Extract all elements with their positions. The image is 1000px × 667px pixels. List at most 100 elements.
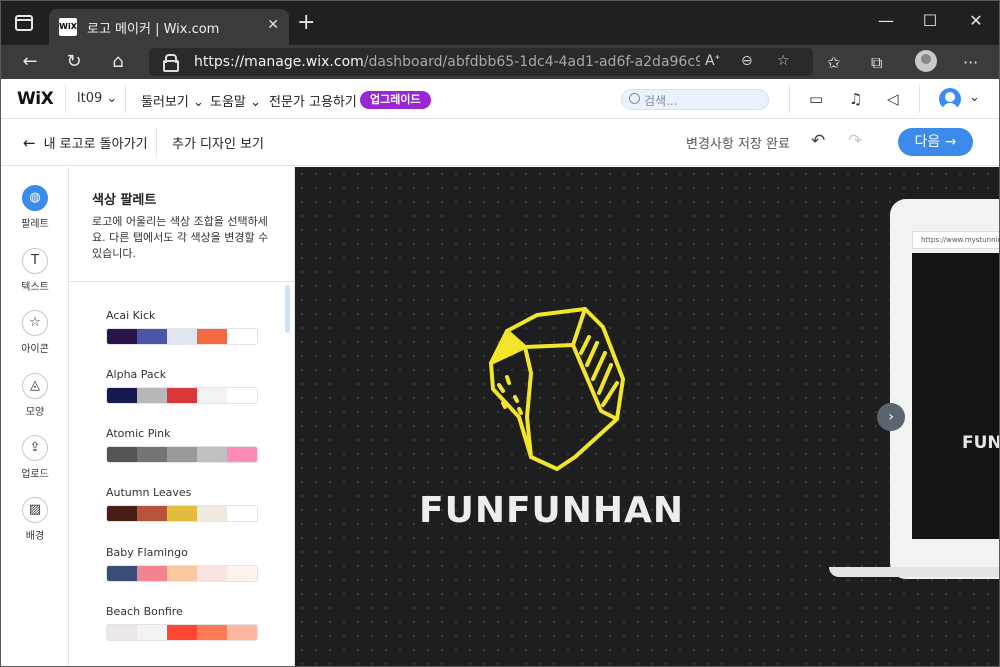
sidebar-icon[interactable] [15,15,33,31]
favorite-add-icon[interactable]: ☆ [777,53,790,69]
scrollbar[interactable] [285,285,290,333]
palette-option[interactable]: Autumn Leaves [106,486,258,522]
palette-name: Acai Kick [106,309,156,322]
palette-name: Autumn Leaves [106,486,192,499]
color-swatch [167,329,197,344]
more-designs-link[interactable]: 추가 디자인 보기 [172,133,264,152]
arrow-left-icon: ← [23,134,36,152]
color-swatch [227,566,257,581]
mockup-screen: FUN [912,253,1000,539]
minimize-icon[interactable]: — [871,11,901,30]
chat-icon[interactable]: ▭ [809,90,823,108]
site-selector[interactable]: lt09 ⌄ [77,91,117,106]
star-icon: ☆ [22,310,48,336]
read-aloud-icon[interactable]: Aᐩ [705,53,720,69]
collections-icon[interactable]: ⧉ [871,53,882,73]
palette-name: Atomic Pink [106,427,171,440]
rail-item-palette[interactable]: ◍ 팔레트 [1,185,69,245]
next-mockup-arrow-icon[interactable]: › [877,403,905,431]
back-to-logos-link[interactable]: ← 내 로고로 돌아가기 [23,133,148,152]
rail-label: 업로드 [21,469,49,480]
redo-icon: ↷ [848,131,863,151]
zoom-icon[interactable]: ⊖ [741,53,753,69]
color-swatch [137,566,167,581]
undo-icon[interactable]: ↶ [811,131,825,151]
color-swatch [167,447,197,462]
rail-item-upload[interactable]: ⇪ 업로드 [1,435,69,495]
palette-swatches [106,565,258,582]
rail-label: 모양 [25,407,45,418]
text-icon: T [22,248,48,274]
palette-option[interactable]: Atomic Pink [106,427,258,463]
favorites-icon[interactable]: ✩ [827,53,840,72]
address-bar[interactable]: https://manage.wix.com/dashboard/abfdbb6… [149,48,813,76]
color-swatch [107,506,137,521]
logo-text[interactable]: FUNFUNHAN [419,490,684,531]
crystal-logo-icon [489,307,625,471]
palette-option[interactable]: Alpha Pack [106,368,258,404]
browser-tab[interactable]: WiX 로고 메이커 | Wix.com ✕ [49,9,289,45]
panel-title: 색상 팔레트 [92,193,157,208]
profile-icon[interactable] [915,50,937,72]
more-icon[interactable]: ··· [963,53,978,72]
palette-icon: ◍ [22,185,48,211]
background-icon: ▨ [22,497,48,523]
wix-logo[interactable]: WiX [17,89,54,109]
menu-hire-expert[interactable]: 전문가 고용하기 [269,91,357,110]
divider [125,85,126,113]
maximize-icon[interactable]: ☐ [915,11,945,30]
chevron-down-icon: ⌄ [192,95,204,110]
search-icon [629,93,640,104]
avatar[interactable] [939,88,961,113]
color-swatch [197,447,227,462]
color-swatch [137,329,167,344]
tab-title: 로고 메이커 | Wix.com [87,22,220,37]
lock-icon[interactable] [163,54,179,72]
megaphone-icon[interactable]: ◁ [887,90,899,108]
bell-icon[interactable]: ♫ [849,90,862,108]
menu-explore-label: 둘러보기 [141,95,189,110]
chevron-down-icon[interactable]: ⌄ [969,90,980,105]
tool-rail: ◍ 팔레트 T 텍스트 ☆ 아이콘 ◬ 모양 ⇪ 업로드 ▨ 배경 [1,167,69,666]
search-input[interactable]: 검색... [621,89,769,110]
palette-option[interactable]: Acai Kick [106,309,258,345]
mockup-logo: FUN [962,433,1000,453]
url-text[interactable]: https://manage.wix.com/dashboard/abfdbb6… [194,54,700,70]
home-icon[interactable]: ⌂ [105,50,131,74]
upgrade-button[interactable]: 업그레이드 [360,91,431,109]
palette-swatches [106,446,258,463]
rail-item-icons[interactable]: ☆ 아이콘 [1,310,69,370]
new-tab-icon[interactable]: + [297,11,315,35]
palette-option[interactable]: Beach Bonfire [106,605,258,641]
back-icon[interactable]: ← [17,50,43,74]
search-placeholder: 검색... [644,94,678,108]
window-close-icon[interactable]: ✕ [961,11,991,30]
url-host: https://manage.wix.com [194,54,364,70]
color-swatch [197,625,227,640]
rail-item-shapes[interactable]: ◬ 모양 [1,373,69,433]
color-swatch [227,388,257,403]
upload-icon: ⇪ [22,435,48,461]
palette-panel: 색상 팔레트 로고에 어울리는 색상 조합을 선택하세요. 다른 탭에서도 각 … [69,167,295,666]
color-swatch [167,625,197,640]
color-swatch [167,506,197,521]
next-button[interactable]: 다음 → [898,128,973,156]
palette-option[interactable]: Baby Flamingo [106,546,258,582]
menu-help[interactable]: 도움말 ⌄ [210,91,261,110]
rail-item-text[interactable]: T 텍스트 [1,248,69,308]
address-toolbar: ← ↻ ⌂ https://manage.wix.com/dashboard/a… [1,45,999,79]
color-swatch [107,625,137,640]
palette-name: Baby Flamingo [106,546,188,559]
browser-titlebar: WiX 로고 메이커 | Wix.com ✕ + — ☐ ✕ [1,1,999,45]
color-swatch [137,388,167,403]
chevron-down-icon: ⌄ [106,91,118,106]
menu-explore[interactable]: 둘러보기 ⌄ [141,91,204,110]
tab-close-icon[interactable]: ✕ [267,17,279,33]
refresh-icon[interactable]: ↻ [61,50,87,74]
divider [919,85,920,113]
wix-favicon-icon: WiX [59,18,77,36]
color-swatch [197,388,227,403]
save-status: 변경사항 저장 완료 [686,137,790,152]
divider [69,281,295,282]
rail-item-background[interactable]: ▨ 배경 [1,497,69,557]
